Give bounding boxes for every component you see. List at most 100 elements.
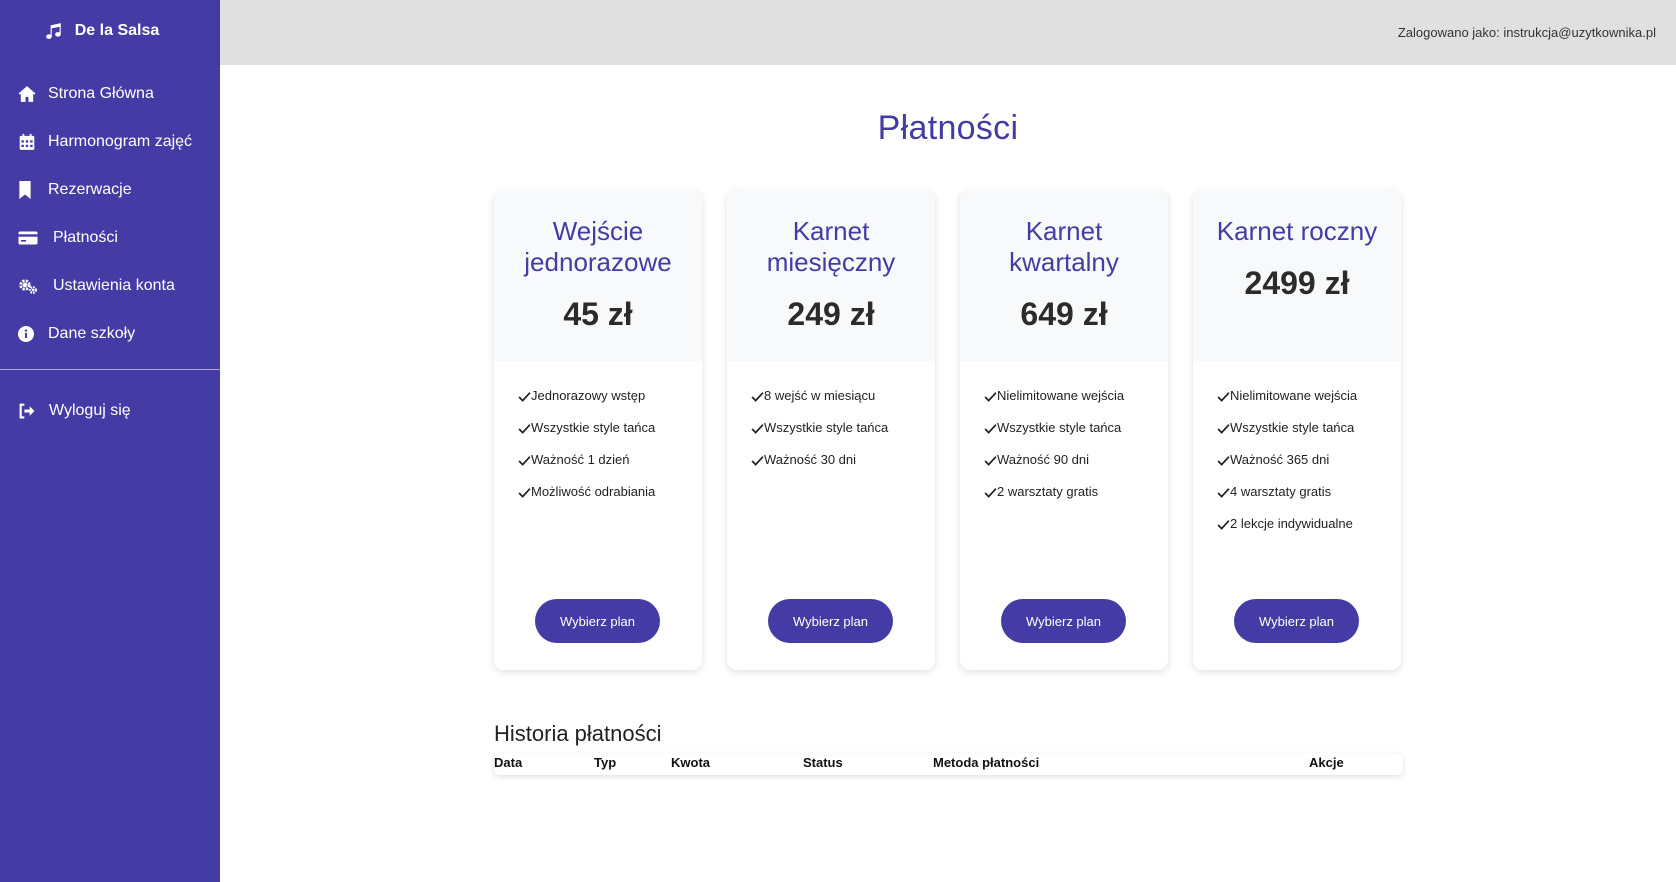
sidebar-item-label: Ustawienia konta xyxy=(53,277,175,294)
sidebar-item-home[interactable]: Strona Główna xyxy=(0,70,220,118)
feature-item: Wszystkie style tańca xyxy=(1217,419,1401,451)
check-icon xyxy=(518,454,531,467)
sidebar-item-school-info[interactable]: Dane szkoły xyxy=(0,310,220,358)
column-header-type: Typ xyxy=(594,755,617,770)
feature-text: 8 wejść w miesiącu xyxy=(764,388,876,403)
info-icon xyxy=(18,325,34,343)
feature-text: Wszystkie style tańca xyxy=(997,420,1122,435)
top-bar: Zalogowano jako: instrukcja@uzytkownika.… xyxy=(220,0,1676,65)
feature-text: Nielimitowane wejścia xyxy=(1230,388,1358,403)
calendar-icon xyxy=(18,133,36,151)
plan-features: Nielimitowane wejścia Wszystkie style ta… xyxy=(960,361,1168,515)
feature-text: Jednorazowy wstęp xyxy=(531,388,646,403)
check-icon xyxy=(984,486,997,499)
feature-item: 2 warsztaty gratis xyxy=(984,483,1168,515)
choose-plan-button[interactable]: Wybierz plan xyxy=(1001,599,1126,643)
feature-text: Możliwość odrabiania xyxy=(531,484,656,499)
choose-plan-button[interactable]: Wybierz plan xyxy=(535,599,660,643)
plans-grid: Wejście jednorazowe 45 zł Jednorazowy ws… xyxy=(494,190,1401,670)
feature-item: Nielimitowane wejścia xyxy=(984,387,1168,419)
sidebar-item-label: Dane szkoły xyxy=(48,325,136,342)
sidebar-item-label: Rezerwacje xyxy=(48,181,132,198)
sidebar-item-label: Płatności xyxy=(53,229,118,246)
feature-item: Ważność 30 dni xyxy=(751,451,935,483)
sidebar-item-account-settings[interactable]: Ustawienia konta xyxy=(0,262,220,310)
plan-features: 8 wejść w miesiącu Wszystkie style tańca… xyxy=(727,361,935,483)
payment-history-table: Data Typ Kwota Status Metoda płatności A… xyxy=(494,753,1403,775)
plan-name: Karnet miesięczny xyxy=(766,216,896,277)
feature-item: 8 wejść w miesiącu xyxy=(751,387,935,419)
sidebar-item-label: Harmonogram zajęć xyxy=(48,133,193,150)
feature-text: Wszystkie style tańca xyxy=(764,420,889,435)
brand-name: De la Salsa xyxy=(74,22,160,39)
feature-text: Ważność 365 dni xyxy=(1230,452,1330,467)
feature-item: Wszystkie style tańca xyxy=(518,419,702,451)
check-icon xyxy=(518,486,531,499)
feature-item: Nielimitowane wejścia xyxy=(1217,387,1401,419)
history-title: Historia płatności xyxy=(494,721,662,746)
feature-text: Wszystkie style tańca xyxy=(1230,420,1355,435)
check-icon xyxy=(1217,390,1230,403)
sidebar-divider xyxy=(0,369,220,370)
plan-header: Karnet kwartalny 649 zł xyxy=(960,190,1168,361)
logout-label: Wyloguj się xyxy=(49,402,131,419)
check-icon xyxy=(984,422,997,435)
feature-text: Wszystkie style tańca xyxy=(531,420,656,435)
sidebar-item-payments[interactable]: Płatności xyxy=(0,214,220,262)
credit-card-icon xyxy=(18,229,38,247)
feature-text: Ważność 90 dni xyxy=(997,452,1090,467)
main-content: Płatności Wejście jednorazowe 45 zł Jedn… xyxy=(220,65,1676,882)
feature-item: Ważność 365 dni xyxy=(1217,451,1401,483)
home-icon xyxy=(18,85,36,103)
column-header-date: Data xyxy=(494,755,523,770)
choose-plan-button[interactable]: Wybierz plan xyxy=(1234,599,1359,643)
music-note-icon xyxy=(45,22,63,40)
sidebar-item-schedule[interactable]: Harmonogram zajęć xyxy=(0,118,220,166)
column-header-status: Status xyxy=(803,755,843,770)
plan-name: Karnet roczny xyxy=(1216,216,1378,246)
plan-card: Karnet roczny 2499 zł Nielimitowane wejś… xyxy=(1193,190,1401,670)
feature-item: Wszystkie style tańca xyxy=(984,419,1168,451)
plan-price: 2499 zł xyxy=(1244,265,1350,301)
feature-item: Ważność 90 dni xyxy=(984,451,1168,483)
plan-price: 249 zł xyxy=(787,296,875,332)
plan-card: Karnet kwartalny 649 zł Nielimitowane we… xyxy=(960,190,1168,670)
check-icon xyxy=(984,390,997,403)
feature-text: 2 lekcje indywidualne xyxy=(1230,516,1353,531)
feature-text: Ważność 1 dzień xyxy=(531,452,630,467)
plan-header: Karnet miesięczny 249 zł xyxy=(727,190,935,361)
feature-item: Możliwość odrabiania xyxy=(518,483,702,515)
gears-icon xyxy=(18,277,38,295)
sidebar-item-reservations[interactable]: Rezerwacje xyxy=(0,166,220,214)
check-icon xyxy=(984,454,997,467)
page-title: Płatności xyxy=(877,109,1019,147)
sidebar: De la Salsa Strona Główna Harmonogram za… xyxy=(0,0,220,882)
logout-button[interactable]: Wyloguj się xyxy=(0,387,220,435)
logged-in-user: Zalogowano jako: instrukcja@uzytkownika.… xyxy=(1397,25,1656,40)
check-icon xyxy=(518,422,531,435)
feature-text: Nielimitowane wejścia xyxy=(997,388,1125,403)
bookmark-icon xyxy=(18,181,32,199)
plan-card: Karnet miesięczny 249 zł 8 wejść w miesi… xyxy=(727,190,935,670)
column-header-amount: Kwota xyxy=(671,755,710,770)
plan-price: 649 zł xyxy=(1020,296,1108,332)
feature-item: Ważność 1 dzień xyxy=(518,451,702,483)
choose-plan-button[interactable]: Wybierz plan xyxy=(768,599,893,643)
plan-name: Wejście jednorazowe xyxy=(524,216,672,277)
column-header-payment-method: Metoda płatności xyxy=(933,755,1040,770)
plan-features: Nielimitowane wejścia Wszystkie style ta… xyxy=(1193,361,1401,547)
plan-name: Karnet kwartalny xyxy=(1009,216,1119,277)
check-icon xyxy=(1217,454,1230,467)
feature-item: Jednorazowy wstęp xyxy=(518,387,702,419)
column-header-actions: Akcje xyxy=(1309,755,1344,770)
check-icon xyxy=(1217,518,1230,531)
check-icon xyxy=(1217,486,1230,499)
feature-text: 2 warsztaty gratis xyxy=(997,484,1099,499)
plan-header: Karnet roczny 2499 zł xyxy=(1193,190,1401,361)
feature-item: 2 lekcje indywidualne xyxy=(1217,515,1401,547)
feature-text: 4 warsztaty gratis xyxy=(1230,484,1332,499)
brand[interactable]: De la Salsa xyxy=(0,0,220,62)
sign-out-icon xyxy=(18,402,35,420)
sidebar-nav: Strona Główna Harmonogram zajęć Rezerwac… xyxy=(0,70,220,358)
plan-features: Jednorazowy wstęp Wszystkie style tańca … xyxy=(494,361,702,515)
